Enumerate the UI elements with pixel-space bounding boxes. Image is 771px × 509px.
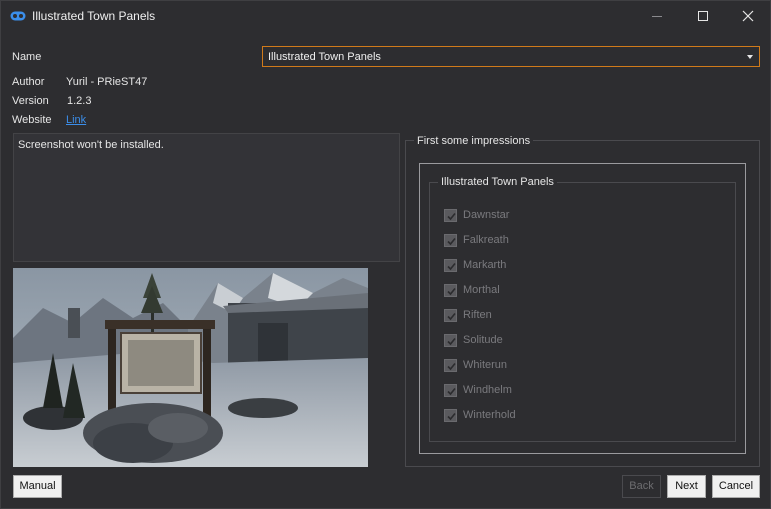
author-value: Yuril - PRieST47 [66, 76, 148, 88]
name-select-value: Illustrated Town Panels [268, 51, 381, 63]
town-checkbox-item[interactable]: Dawnstar [444, 208, 594, 224]
close-button[interactable] [725, 1, 771, 31]
town-panels-group-title: Illustrated Town Panels [438, 176, 557, 188]
checkmark-icon [447, 337, 456, 346]
checkbox[interactable] [444, 359, 457, 372]
version-value: 1.2.3 [67, 95, 92, 107]
name-label: Name [12, 51, 42, 63]
checkmark-icon [447, 312, 456, 321]
website-link[interactable]: Link [66, 114, 86, 126]
town-checkbox-item[interactable]: Solitude [444, 333, 594, 349]
checkbox[interactable] [444, 384, 457, 397]
town-checkbox-item[interactable]: Winterhold [444, 408, 594, 424]
town-checkbox-item[interactable]: Riften [444, 308, 594, 324]
manual-button[interactable]: Manual [13, 475, 62, 498]
cancel-button[interactable]: Cancel [712, 475, 760, 498]
town-checkbox-item[interactable]: Falkreath [444, 233, 594, 249]
checkbox[interactable] [444, 259, 457, 272]
chevron-down-icon [747, 55, 753, 59]
town-checkbox-item[interactable]: Morthal [444, 283, 594, 299]
checkbox[interactable] [444, 334, 457, 347]
checkmark-icon [447, 362, 456, 371]
checkbox-label: Windhelm [463, 384, 512, 396]
checkbox[interactable] [444, 409, 457, 422]
minimize-button[interactable] [634, 1, 680, 31]
checkmark-icon [447, 262, 456, 271]
town-checkbox-item[interactable]: Whiterun [444, 358, 594, 374]
checkbox-label: Riften [463, 309, 492, 321]
maximize-button[interactable] [680, 1, 726, 31]
impressions-group-title: First some impressions [414, 135, 534, 147]
checkbox-label: Solitude [463, 334, 503, 346]
author-label: Author [12, 76, 45, 88]
installer-window: Illustrated Town Panels Name Illustrated… [0, 0, 771, 509]
checkbox-label: Whiterun [463, 359, 508, 371]
checkbox-label: Winterhold [463, 409, 516, 421]
town-checkbox-item[interactable]: Markarth [444, 258, 594, 274]
next-button[interactable]: Next [667, 475, 706, 498]
checkmark-icon [447, 412, 456, 421]
checkmark-icon [447, 287, 456, 296]
minimize-icon [652, 16, 662, 17]
checkmark-icon [447, 387, 456, 396]
checkbox-label: Markarth [463, 259, 507, 271]
checkbox[interactable] [444, 209, 457, 222]
checkmark-icon [447, 212, 456, 221]
mod-screenshot [13, 268, 368, 467]
version-label: Version [12, 95, 49, 107]
title-bar[interactable]: Illustrated Town Panels [1, 1, 770, 31]
website-label: Website [12, 114, 52, 126]
link-chain-icon [10, 11, 26, 21]
description-text: Screenshot won't be installed. [18, 139, 164, 151]
back-button[interactable]: Back [622, 475, 661, 498]
window-title: Illustrated Town Panels [32, 9, 156, 23]
checkbox-label: Morthal [463, 284, 500, 296]
checkbox[interactable] [444, 309, 457, 322]
maximize-icon [698, 11, 708, 21]
close-icon [742, 10, 754, 22]
name-select[interactable]: Illustrated Town Panels [262, 46, 760, 67]
checkbox[interactable] [444, 284, 457, 297]
town-checkbox-item[interactable]: Windhelm [444, 383, 594, 399]
checkmark-icon [447, 237, 456, 246]
description-box[interactable]: Screenshot won't be installed. [13, 133, 400, 262]
checkbox[interactable] [444, 234, 457, 247]
screenshot-image [13, 268, 368, 467]
checkbox-label: Falkreath [463, 234, 509, 246]
checkbox-label: Dawnstar [463, 209, 510, 221]
